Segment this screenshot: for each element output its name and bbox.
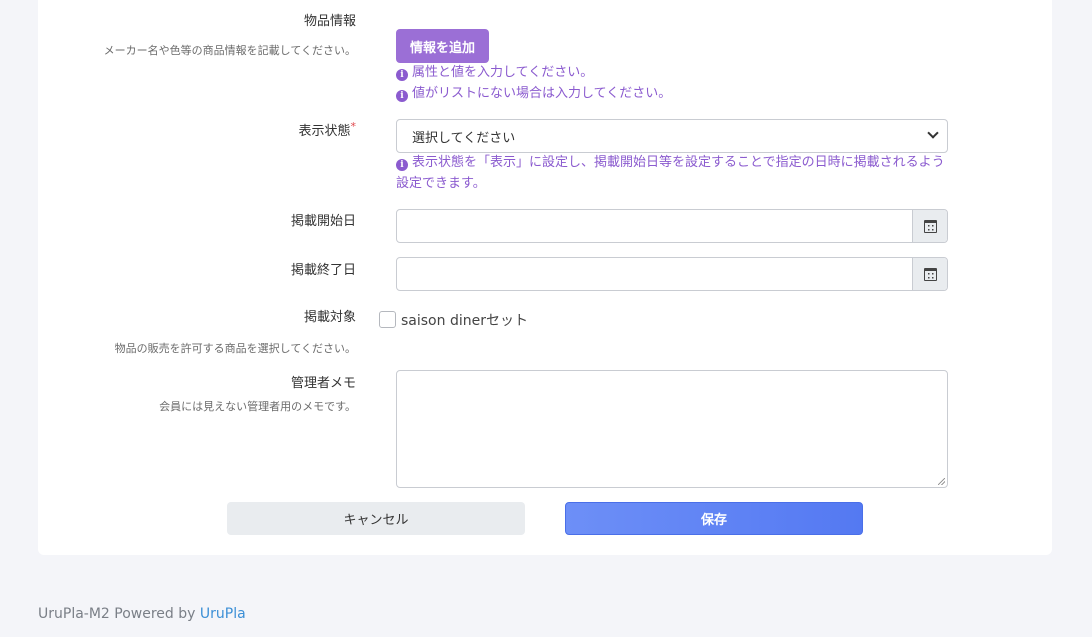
start-date-group (396, 209, 948, 243)
required-mark: * (350, 120, 357, 133)
info-icon: i (396, 159, 408, 171)
display-status-hint: i 表示状態を「表示」に設定し、掲載開始日等を設定することで指定の日時に掲載される… (396, 155, 945, 191)
end-date-group (396, 257, 948, 291)
product-info-description: メーカー名や色等の商品情報を記載してください。 (103, 44, 356, 57)
cancel-button[interactable]: キャンセル (227, 502, 525, 535)
info-icon: i (396, 90, 408, 102)
product-info-hint-1: i 属性と値を入力してください。 (396, 62, 593, 83)
target-option-label[interactable]: saison dinerセット (401, 310, 528, 330)
end-date-calendar-button[interactable] (912, 258, 947, 290)
admin-memo-label: 管理者メモ (290, 376, 356, 391)
end-date-input[interactable] (397, 258, 913, 290)
form-card: 物品情報 メーカー名や色等の商品情報を記載してください。 情報を追加 i 属性と値… (38, 0, 1052, 555)
save-button[interactable]: 保存 (565, 502, 863, 535)
footer-link[interactable]: UruPla (200, 606, 246, 622)
footer-text: UruPla-M2 Powered by (38, 606, 200, 622)
add-info-button[interactable]: 情報を追加 (396, 29, 489, 63)
resize-handle-icon[interactable] (938, 478, 945, 485)
start-date-calendar-button[interactable] (912, 210, 947, 242)
admin-memo-textarea[interactable] (396, 370, 948, 488)
display-status-label: 表示状態* (298, 120, 357, 139)
target-label: 掲載対象 (303, 310, 356, 325)
info-icon: i (396, 69, 408, 81)
start-date-label: 掲載開始日 (290, 214, 356, 229)
calendar-icon (923, 267, 937, 281)
footer: UruPla-M2 Powered by UruPla (38, 606, 246, 622)
target-checkbox[interactable] (379, 311, 396, 328)
product-info-hint-2: i 値がリストにない場合は入力してください。 (396, 83, 671, 104)
start-date-input[interactable] (397, 210, 913, 242)
target-description: 物品の販売を許可する商品を選択してください。 (114, 342, 356, 355)
product-info-label: 物品情報 (303, 14, 356, 29)
calendar-icon (923, 219, 937, 233)
display-status-selected: 選択してください (412, 130, 516, 146)
end-date-label: 掲載終了日 (290, 263, 356, 278)
display-status-select[interactable]: 選択してください (396, 119, 948, 153)
chevron-down-icon (927, 127, 939, 139)
admin-memo-description: 会員には見えない管理者用のメモです。 (159, 400, 356, 413)
